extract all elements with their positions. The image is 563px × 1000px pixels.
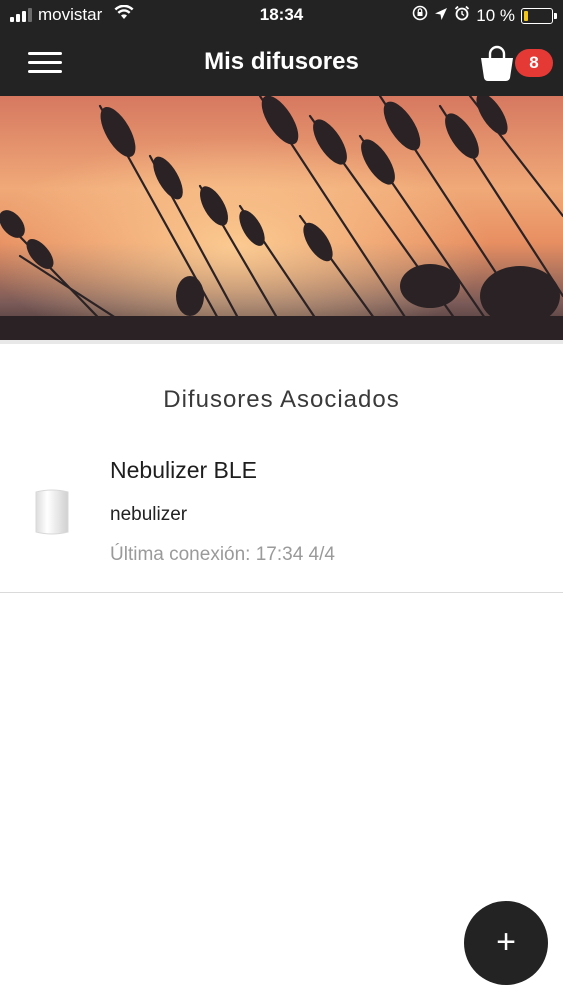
hero-image [0,96,563,340]
section-title: Difusores Asociados [163,386,400,413]
rotation-lock-icon [412,5,428,26]
battery-percent: 10 % [476,5,515,25]
device-type: nebulizer [110,504,188,525]
device-list-item[interactable]: Nebulizer BLE nebulizer Última conexión:… [0,448,563,592]
status-bar: movistar 18:34 10 % [0,0,563,34]
shopping-bag-button[interactable] [477,44,517,82]
cart-count-badge: 8 [515,49,553,77]
add-diffuser-button[interactable]: + [464,901,548,985]
battery-icon [521,7,557,24]
lavender-silhouette-image [0,96,563,340]
status-right: 10 % [412,5,557,26]
list-divider [0,592,563,593]
hero-divider [0,340,563,344]
location-icon [434,6,448,26]
device-last-connection: Última conexión: 17:34 4/4 [110,544,335,565]
diffuser-thumbnail [33,488,71,536]
app-header: movistar 18:34 10 % Mis difusores 8 [0,0,563,96]
alarm-icon [454,5,470,26]
device-name: Nebulizer BLE [110,457,258,483]
shopping-bag-icon [481,45,513,81]
